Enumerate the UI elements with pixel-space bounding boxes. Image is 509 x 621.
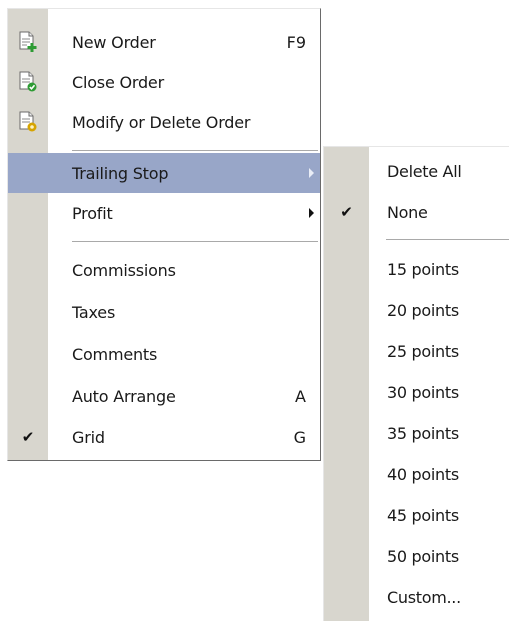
submenu-item-delete-all[interactable]: Delete All — [324, 151, 509, 191]
modify-order-icon — [8, 102, 48, 142]
menu-item-label: Commissions — [72, 260, 176, 280]
menu-item-trailing-stop[interactable]: Trailing Stop — [8, 153, 320, 193]
submenu-item-15-points[interactable]: 15 points — [324, 249, 509, 289]
menu-item-modify-order[interactable]: Modify or Delete Order — [8, 102, 320, 142]
submenu-arrow-icon — [309, 208, 314, 218]
check-glyph: ✔ — [340, 203, 353, 221]
submenu-item-label: 45 points — [387, 505, 459, 525]
submenu-item-30-points[interactable]: 30 points — [324, 372, 509, 412]
empty-icon-cell — [8, 292, 48, 332]
screen: New Order F9 Close Order Modify or Delet… — [0, 0, 509, 621]
menu-item-auto-arrange[interactable]: Auto Arrange A — [8, 376, 320, 416]
menu-item-grid[interactable]: ✔ Grid G — [8, 417, 320, 457]
shortcut-label: F9 — [286, 32, 306, 52]
new-order-icon — [8, 22, 48, 62]
context-menu: New Order F9 Close Order Modify or Delet… — [7, 8, 321, 461]
menu-item-label: Trailing Stop — [72, 163, 169, 183]
menu-item-comments[interactable]: Comments — [8, 334, 320, 374]
close-order-icon — [8, 62, 48, 102]
submenu-item-label: Delete All — [387, 161, 462, 181]
submenu-item-label: 50 points — [387, 546, 459, 566]
empty-icon-cell — [324, 454, 369, 494]
empty-icon-cell — [324, 536, 369, 576]
submenu-item-label: 25 points — [387, 341, 459, 361]
empty-icon-cell — [324, 151, 369, 191]
submenu-item-35-points[interactable]: 35 points — [324, 413, 509, 453]
submenu-item-label: 30 points — [387, 382, 459, 402]
submenu-item-custom[interactable]: Custom... — [324, 577, 509, 617]
empty-icon-cell — [8, 153, 48, 193]
submenu-item-50-points[interactable]: 50 points — [324, 536, 509, 576]
checkmark-icon: ✔ — [8, 417, 48, 457]
menu-separator — [72, 150, 318, 152]
shortcut-label: A — [295, 386, 306, 406]
empty-icon-cell — [8, 250, 48, 290]
shortcut-label: G — [293, 427, 306, 447]
submenu-item-label: 15 points — [387, 259, 459, 279]
empty-icon-cell — [324, 331, 369, 371]
submenu-item-label: None — [387, 202, 428, 222]
empty-icon-cell — [324, 413, 369, 453]
empty-icon-cell — [8, 376, 48, 416]
menu-item-label: Comments — [72, 344, 158, 364]
submenu-item-25-points[interactable]: 25 points — [324, 331, 509, 371]
menu-item-profit[interactable]: Profit — [8, 193, 320, 233]
menu-item-label: New Order — [72, 32, 156, 52]
empty-icon-cell — [324, 372, 369, 412]
submenu-item-20-points[interactable]: 20 points — [324, 290, 509, 330]
menu-item-label: Modify or Delete Order — [72, 112, 251, 132]
menu-item-label: Profit — [72, 203, 113, 223]
submenu-item-label: Custom... — [387, 587, 461, 607]
submenu-arrow-icon — [309, 168, 314, 178]
empty-icon-cell — [324, 290, 369, 330]
menu-item-new-order[interactable]: New Order F9 — [8, 22, 320, 62]
submenu-item-label: 20 points — [387, 300, 459, 320]
submenu-item-label: 35 points — [387, 423, 459, 443]
empty-icon-cell — [324, 577, 369, 617]
menu-item-commissions[interactable]: Commissions — [8, 250, 320, 290]
menu-item-label: Close Order — [72, 72, 164, 92]
submenu-item-40-points[interactable]: 40 points — [324, 454, 509, 494]
menu-item-taxes[interactable]: Taxes — [8, 292, 320, 332]
checkmark-icon: ✔ — [324, 192, 369, 232]
empty-icon-cell — [8, 334, 48, 374]
menu-item-close-order[interactable]: Close Order — [8, 62, 320, 102]
submenu-item-label: 40 points — [387, 464, 459, 484]
menu-item-label: Auto Arrange — [72, 386, 176, 406]
menu-item-label: Grid — [72, 427, 105, 447]
submenu-item-none[interactable]: ✔ None — [324, 192, 509, 232]
submenu-separator — [386, 239, 509, 241]
menu-separator — [72, 241, 318, 243]
check-glyph: ✔ — [21, 428, 35, 446]
empty-icon-cell — [324, 495, 369, 535]
submenu-item-45-points[interactable]: 45 points — [324, 495, 509, 535]
empty-icon-cell — [324, 249, 369, 289]
empty-icon-cell — [8, 193, 48, 233]
menu-item-label: Taxes — [72, 302, 116, 322]
trailing-stop-submenu: Delete All ✔ None 15 points 20 points 25… — [323, 146, 509, 621]
